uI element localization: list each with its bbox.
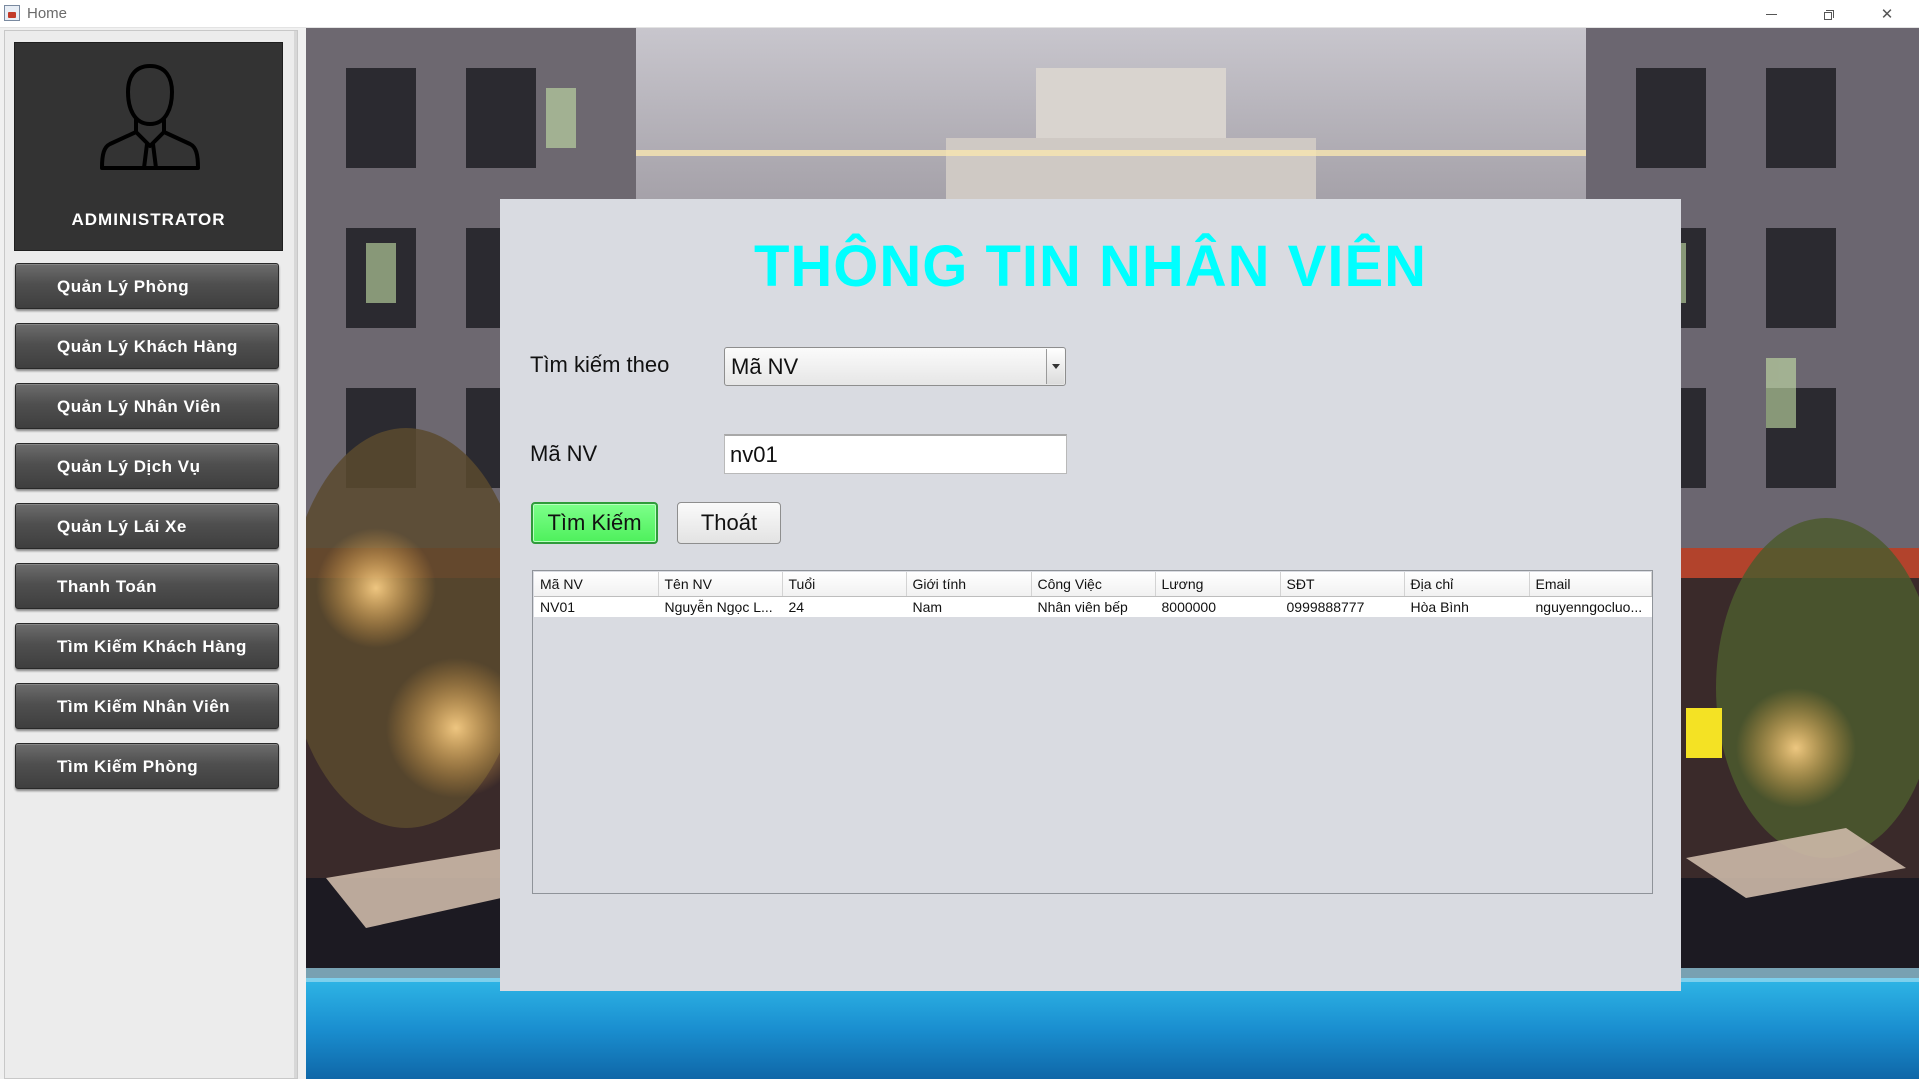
- column-header-tuoi[interactable]: Tuổi: [782, 572, 907, 597]
- exit-button[interactable]: Thoát: [677, 502, 781, 544]
- close-button[interactable]: ✕: [1858, 0, 1916, 28]
- admin-profile-card: ADMINISTRATOR: [14, 42, 283, 251]
- table-row[interactable]: NV01 Nguyễn Ngọc L... 24 Nam Nhân viên b…: [534, 596, 1652, 617]
- nav-quan-ly-dich-vu-button[interactable]: Quản Lý Dịch Vụ: [15, 443, 279, 489]
- column-header-luong[interactable]: Lương: [1155, 572, 1281, 597]
- column-header-dia-chi[interactable]: Địa chỉ: [1404, 572, 1530, 597]
- minimize-button[interactable]: [1742, 0, 1800, 28]
- nav-quan-ly-phong-button[interactable]: Quản Lý Phòng: [15, 263, 279, 309]
- table-cell-cong-viec: Nhân viên bếp: [1031, 596, 1156, 617]
- nav-tim-kiem-nhan-vien-button[interactable]: Tìm Kiếm Nhân Viên: [15, 683, 279, 729]
- close-icon: ✕: [1880, 5, 1894, 23]
- table-cell-luong: 8000000: [1155, 596, 1281, 617]
- results-table-container[interactable]: Mã NV Tên NV Tuổi Giới tính Công Việc Lư…: [532, 570, 1653, 894]
- table-cell-dia-chi: Hòa Bình: [1404, 596, 1530, 617]
- title-bar: Home ✕: [0, 0, 1919, 28]
- column-header-gioi-tinh[interactable]: Giới tính: [906, 572, 1032, 597]
- employee-id-label: Mã NV: [530, 441, 598, 466]
- column-header-email[interactable]: Email: [1529, 572, 1652, 597]
- java-app-icon: [4, 5, 20, 21]
- column-header-ma-nv[interactable]: Mã NV: [534, 572, 659, 597]
- nav-quan-ly-nhan-vien-button[interactable]: Quản Lý Nhân Viên: [15, 383, 279, 429]
- search-by-selected-value: Mã NV: [731, 354, 799, 379]
- search-button[interactable]: Tìm Kiếm: [531, 502, 658, 544]
- admin-label: ADMINISTRATOR: [71, 210, 226, 229]
- nav-quan-ly-lai-xe-button[interactable]: Quản Lý Lái Xe: [15, 503, 279, 549]
- table-cell-sdt: 0999888777: [1280, 596, 1405, 617]
- table-cell-email: nguyenngocluo...: [1529, 596, 1652, 617]
- employee-search-panel: THÔNG TIN NHÂN VIÊN Tìm kiếm theo Mã NV …: [500, 199, 1681, 991]
- sidebar: ADMINISTRATOR Quản Lý Phòng Quản Lý Khác…: [4, 30, 298, 1079]
- table-cell-ten-nv: Nguyễn Ngọc L...: [658, 596, 783, 617]
- nav-tim-kiem-phong-button[interactable]: Tìm Kiếm Phòng: [15, 743, 279, 789]
- nav-tim-kiem-khach-hang-button[interactable]: Tìm Kiếm Khách Hàng: [15, 623, 279, 669]
- results-table: Mã NV Tên NV Tuổi Giới tính Công Việc Lư…: [534, 572, 1652, 617]
- restore-icon: [1824, 9, 1834, 20]
- column-header-sdt[interactable]: SĐT: [1280, 572, 1405, 597]
- user-silhouette-icon: [100, 64, 200, 170]
- employee-id-input[interactable]: [724, 434, 1067, 474]
- column-header-ten-nv[interactable]: Tên NV: [658, 572, 783, 597]
- table-cell-ma-nv: NV01: [534, 596, 659, 617]
- restore-button[interactable]: [1800, 0, 1858, 28]
- nav-thanh-toan-button[interactable]: Thanh Toán: [15, 563, 279, 609]
- column-header-cong-viec[interactable]: Công Việc: [1031, 572, 1156, 597]
- search-by-label: Tìm kiếm theo: [530, 352, 670, 377]
- nav-quan-ly-khach-hang-button[interactable]: Quản Lý Khách Hàng: [15, 323, 279, 369]
- table-cell-gioi-tinh: Nam: [906, 596, 1032, 617]
- page-title: THÔNG TIN NHÂN VIÊN: [753, 234, 1428, 299]
- minimize-icon: [1765, 14, 1777, 15]
- search-by-dropdown[interactable]: Mã NV: [724, 347, 1066, 386]
- chevron-down-icon[interactable]: [1046, 349, 1064, 384]
- table-header-row: Mã NV Tên NV Tuổi Giới tính Công Việc Lư…: [534, 572, 1652, 597]
- window-title: Home: [27, 5, 68, 22]
- table-cell-tuoi: 24: [782, 596, 907, 617]
